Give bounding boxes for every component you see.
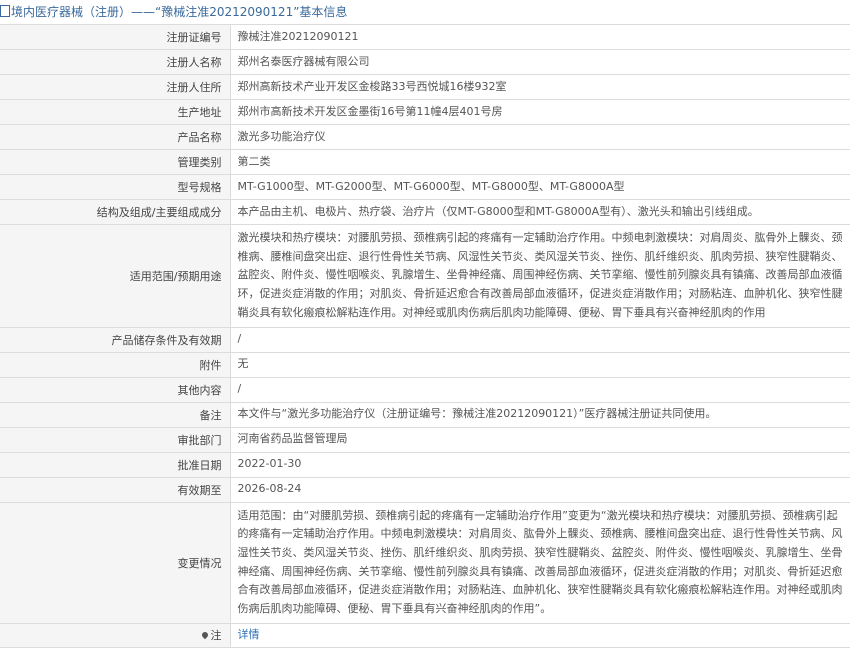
value-models: MT-G1000型、MT-G2000型、MT-G6000型、MT-G8000型、… [230, 174, 850, 200]
field-value: 无 [237, 357, 249, 371]
label-structure: 结构及组成/主要组成成分 [0, 199, 231, 225]
field-value: 本产品由主机、电极片、热疗袋、治疗片（仅MT-G8000型和MT-G8000A型… [237, 204, 759, 218]
label-prod-addr: 生产地址 [0, 99, 231, 125]
label-storage: 产品储存条件及有效期 [0, 327, 231, 353]
field-label: 附件 [199, 358, 222, 372]
row-prod-addr: 生产地址 郑州市高新技术开发区金墨街16号第11幢4层401号房 [0, 99, 850, 125]
field-label: 型号规格 [177, 181, 222, 194]
row-other: 其他内容 / [0, 377, 850, 403]
page-header: 境内医疗器械（注册）——“豫械注准20212090121”基本信息 [0, 0, 850, 24]
row-reg-no: 注册证编号 豫械注准20212090121 [0, 24, 850, 50]
label-models: 型号规格 [0, 174, 231, 200]
label-note: 注 [0, 623, 231, 648]
label-changes: 变更情况 [0, 502, 231, 624]
field-value: / [237, 332, 242, 346]
field-label: 注 [210, 629, 222, 643]
value-changes: 适用范围：由“对腰肌劳损、颈椎病引起的疼痛有一定辅助治疗作用”变更为“激光模块和… [230, 502, 850, 624]
value-scope: 激光模块和热疗模块：对腰肌劳损、颈椎病引起的疼痛有一定辅助治疗作用。中频电刺激模… [230, 224, 850, 328]
field-value: MT-G1000型、MT-G2000型、MT-G6000型、MT-G8000型、… [237, 179, 625, 193]
label-category: 管理类别 [0, 149, 231, 175]
row-category: 管理类别 第二类 [0, 149, 850, 175]
field-label: 注册证编号 [166, 31, 222, 44]
field-label: 其他内容 [177, 383, 222, 397]
row-remark: 备注 本文件与“激光多功能治疗仪（注册证编号：豫械注准20212090121）”医… [0, 402, 850, 428]
row-approve-date: 批准日期 2022-01-30 [0, 452, 850, 478]
field-label: 管理类别 [177, 156, 222, 169]
row-registrant-addr: 注册人住所 郑州高新技术产业开发区金梭路33号西悦城16楼932室 [0, 74, 850, 100]
label-remark: 备注 [0, 402, 231, 428]
row-dept: 审批部门 河南省药品监督管理局 [0, 427, 850, 453]
field-value: 激光模块和热疗模块：对腰肌劳损、颈椎病引起的疼痛有一定辅助治疗作用。中频电刺激模… [237, 231, 843, 319]
label-approve-date: 批准日期 [0, 452, 231, 478]
value-prod-addr: 郑州市高新技术开发区金墨街16号第11幢4层401号房 [230, 99, 850, 125]
value-dept: 河南省药品监督管理局 [230, 427, 850, 453]
field-label: 生产地址 [177, 106, 222, 119]
value-reg-no: 豫械注准20212090121 [230, 24, 850, 50]
field-label: 适用范围/预期用途 [129, 269, 222, 283]
row-registrant: 注册人名称 郑州名泰医疗器械有限公司 [0, 49, 850, 75]
label-other: 其他内容 [0, 377, 231, 403]
label-registrant-addr: 注册人住所 [0, 74, 231, 100]
field-label: 批准日期 [177, 458, 222, 472]
field-value: / [237, 382, 242, 396]
label-reg-no: 注册证编号 [0, 24, 231, 50]
value-note[interactable]: 详情 [230, 623, 850, 648]
row-note: 注 详情 [0, 623, 850, 648]
label-accessories: 附件 [0, 352, 231, 378]
value-accessories: 无 [230, 352, 850, 378]
field-label: 结构及组成/主要组成成分 [96, 206, 222, 219]
value-product-name: 激光多功能治疗仪 [230, 124, 850, 150]
field-label: 注册人住所 [166, 81, 222, 94]
field-label: 备注 [199, 408, 222, 422]
field-value: 郑州市高新技术开发区金墨街16号第11幢4层401号房 [237, 104, 503, 118]
label-product-name: 产品名称 [0, 124, 231, 150]
row-scope: 适用范围/预期用途 激光模块和热疗模块：对腰肌劳损、颈椎病引起的疼痛有一定辅助治疗… [0, 224, 850, 328]
row-models: 型号规格 MT-G1000型、MT-G2000型、MT-G6000型、MT-G80… [0, 174, 850, 200]
field-value: 2026-08-24 [237, 482, 302, 496]
label-expire-date: 有效期至 [0, 477, 231, 503]
value-approve-date: 2022-01-30 [230, 452, 850, 478]
field-label: 审批部门 [177, 433, 222, 447]
value-registrant: 郑州名泰医疗器械有限公司 [230, 49, 850, 75]
value-remark: 本文件与“激光多功能治疗仪（注册证编号：豫械注准20212090121）”医疗器… [230, 402, 850, 428]
field-value: 豫械注准20212090121 [237, 29, 359, 43]
field-label: 产品名称 [177, 131, 222, 144]
value-registrant-addr: 郑州高新技术产业开发区金梭路33号西悦城16楼932室 [230, 74, 850, 100]
field-label: 注册人名称 [166, 56, 222, 69]
field-value: 本文件与“激光多功能治疗仪（注册证编号：豫械注准20212090121）”医疗器… [237, 407, 717, 421]
row-expire-date: 有效期至 2026-08-24 [0, 477, 850, 503]
row-accessories: 附件 无 [0, 352, 850, 378]
field-value: 激光多功能治疗仪 [237, 129, 326, 143]
doc-icon [0, 5, 10, 17]
info-table: 注册证编号 豫械注准20212090121 注册人名称 郑州名泰医疗器械有限公司 注册人… [0, 24, 850, 648]
page-title: 境内医疗器械（注册）——“豫械注准20212090121”基本信息 [11, 5, 348, 19]
field-value: 第二类 [237, 154, 271, 168]
row-storage: 产品储存条件及有效期 / [0, 327, 850, 353]
row-changes: 变更情况 适用范围：由“对腰肌劳损、颈椎病引起的疼痛有一定辅助治疗作用”变更为“激… [0, 502, 850, 624]
field-value: 河南省药品监督管理局 [237, 432, 348, 446]
value-storage: / [230, 327, 850, 353]
field-value: 2022-01-30 [237, 457, 302, 471]
row-structure: 结构及组成/主要组成成分 本产品由主机、电极片、热疗袋、治疗片（仅MT-G8000… [0, 199, 850, 225]
value-other: / [230, 377, 850, 403]
label-scope: 适用范围/预期用途 [0, 224, 231, 328]
row-product-name: 产品名称 激光多功能治疗仪 [0, 124, 850, 150]
label-registrant: 注册人名称 [0, 49, 231, 75]
field-label: 变更情况 [177, 556, 222, 570]
value-expire-date: 2026-08-24 [230, 477, 850, 503]
label-dept: 审批部门 [0, 427, 231, 453]
field-value: 郑州名泰医疗器械有限公司 [237, 54, 370, 68]
field-label: 产品储存条件及有效期 [111, 333, 222, 347]
field-label: 有效期至 [177, 483, 222, 497]
value-structure: 本产品由主机、电极片、热疗袋、治疗片（仅MT-G8000型和MT-G8000A型… [230, 199, 850, 225]
details-link[interactable]: 详情 [238, 626, 847, 645]
map-pin-icon [200, 630, 209, 640]
field-value: 郑州高新技术产业开发区金梭路33号西悦城16楼932室 [237, 79, 507, 93]
value-category: 第二类 [230, 149, 850, 175]
field-value: 适用范围：由“对腰肌劳损、颈椎病引起的疼痛有一定辅助治疗作用”变更为“激光模块和… [237, 508, 843, 616]
